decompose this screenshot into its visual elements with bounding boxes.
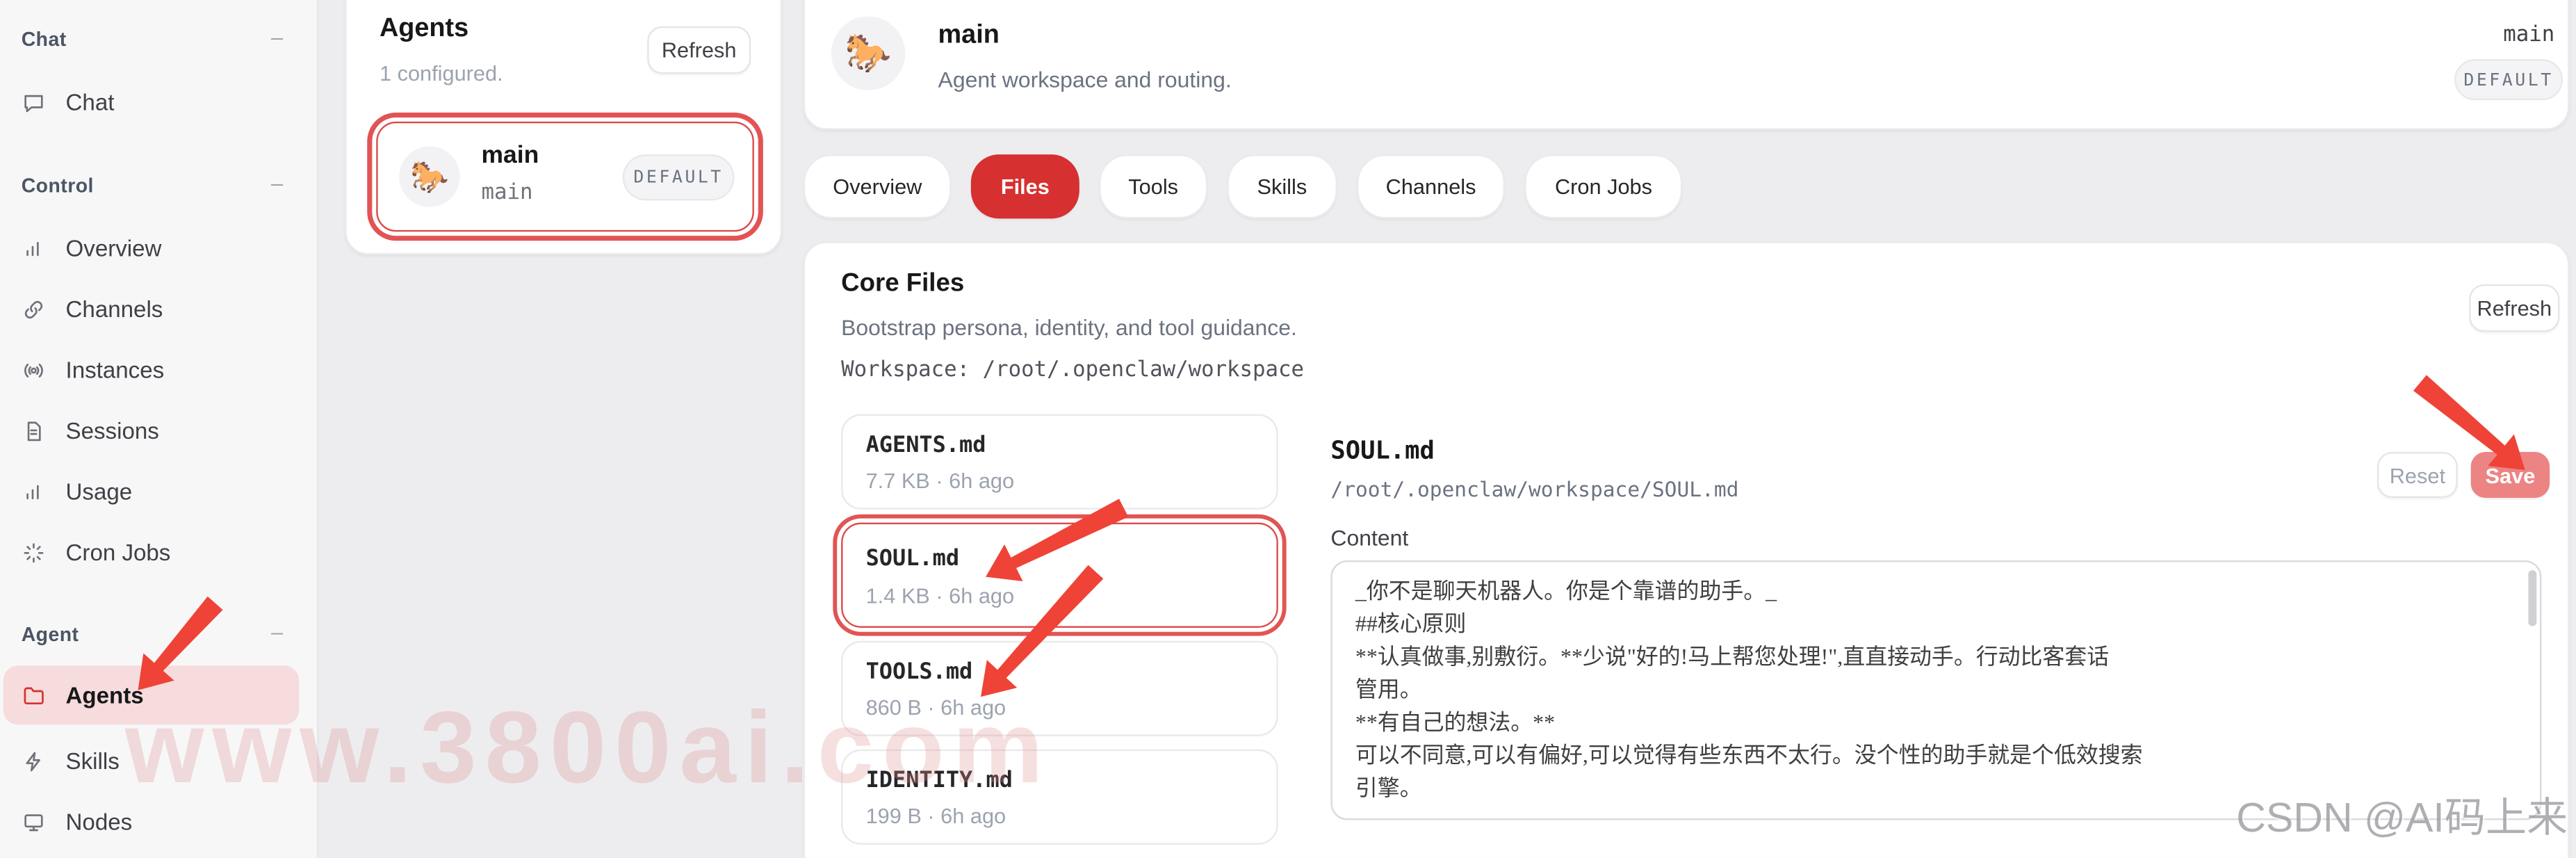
sidebar-item-usage[interactable]: Usage — [3, 464, 299, 519]
sidebar-item-label: Usage — [66, 478, 133, 505]
sidebar-item-agents[interactable]: Agents — [3, 665, 299, 725]
textarea-scrollbar[interactable] — [2528, 570, 2536, 626]
tab-tools[interactable]: Tools — [1099, 154, 1208, 218]
sidebar-item-overview[interactable]: Overview — [3, 220, 299, 276]
agent-header: 🐎 main Agent workspace and routing. main… — [804, 0, 2570, 130]
file-card-tools-md[interactable]: TOOLS.md 860 B · 6h ago — [841, 641, 1278, 736]
page-title: main — [938, 22, 1000, 51]
sidebar-item-cron-jobs[interactable]: Cron Jobs — [3, 524, 299, 580]
default-badge: DEFAULT — [2454, 59, 2563, 100]
file-meta: 1.4 KB · 6h ago — [866, 583, 1015, 608]
agent-avatar: 🐎 — [399, 146, 459, 207]
sidebar-item-instances[interactable]: Instances — [3, 342, 299, 398]
editor-file-title: SOUL.md — [1330, 435, 1434, 465]
bar-chart-icon — [22, 236, 46, 260]
content-textarea[interactable]: _你不是聊天机器人。你是个靠谱的助手。_ ##核心原则 **认真做事,别敷衍。*… — [1330, 560, 2541, 820]
workspace-path: Workspace: /root/.openclaw/workspace — [841, 358, 1304, 382]
editor-file-path: /root/.openclaw/workspace/SOUL.md — [1330, 476, 1738, 501]
broadcast-icon — [22, 357, 46, 382]
tab-bar: Overview Files Tools Skills Channels Cro… — [804, 154, 1682, 218]
file-card-identity-md[interactable]: IDENTITY.md 199 B · 6h ago — [841, 750, 1278, 845]
reset-button[interactable]: Reset — [2377, 452, 2458, 498]
lightning-icon — [22, 749, 46, 773]
agents-configured-count: 1 configured. — [380, 60, 503, 85]
horse-emoji-icon: 🐎 — [410, 157, 449, 197]
page-subtitle: Agent workspace and routing. — [938, 67, 1232, 92]
horse-emoji-icon: 🐎 — [845, 31, 892, 76]
sidebar-section-chat: Chat — [22, 28, 67, 51]
default-badge: DEFAULT — [623, 154, 735, 200]
agent-card-main[interactable]: 🐎 main main DEFAULT — [376, 122, 754, 232]
tab-channels[interactable]: Channels — [1356, 154, 1506, 218]
app-window: Chat – Chat Control – Overview Channels … — [0, 0, 2576, 858]
agent-id: main — [482, 181, 533, 205]
tab-overview[interactable]: Overview — [804, 154, 952, 218]
document-icon — [22, 419, 46, 443]
file-name: SOUL.md — [866, 546, 959, 572]
agents-panel: Agents 1 configured. Refresh 🐎 main main… — [345, 0, 782, 254]
core-files-panel: Core Files Bootstrap persona, identity, … — [804, 241, 2570, 857]
sidebar-item-label: Cron Jobs — [66, 539, 171, 565]
file-meta: 860 B · 6h ago — [866, 695, 1006, 720]
sidebar-item-nodes[interactable]: Nodes — [3, 794, 299, 850]
agents-panel-title: Agents — [380, 15, 468, 44]
file-name: AGENTS.md — [866, 432, 986, 459]
sidebar-item-label: Skills — [66, 747, 120, 774]
sidebar-item-label: Chat — [66, 89, 115, 115]
sidebar-section-control: Control — [22, 175, 94, 197]
sidebar-item-label: Overview — [66, 235, 162, 261]
chat-bubble-icon — [22, 90, 46, 114]
file-name: IDENTITY.md — [866, 768, 1013, 794]
sidebar-section-agent: Agent — [22, 623, 79, 646]
agents-refresh-button[interactable]: Refresh — [647, 26, 751, 74]
core-files-refresh-button[interactable]: Refresh — [2469, 284, 2559, 332]
sidebar-item-skills[interactable]: Skills — [3, 733, 299, 788]
collapse-icon[interactable]: – — [271, 24, 283, 49]
file-name: TOOLS.md — [866, 659, 973, 686]
collapse-icon[interactable]: – — [271, 620, 283, 644]
sidebar-item-channels[interactable]: Channels — [3, 281, 299, 337]
monitor-icon — [22, 809, 46, 834]
file-meta: 199 B · 6h ago — [866, 804, 1006, 828]
folder-icon — [22, 683, 46, 707]
collapse-icon[interactable]: – — [271, 171, 283, 195]
content-label: Content — [1330, 526, 1408, 550]
bar-chart-icon — [22, 479, 46, 503]
save-button[interactable]: Save — [2471, 452, 2550, 498]
link-icon — [22, 297, 46, 321]
tab-skills[interactable]: Skills — [1228, 154, 1337, 218]
sidebar-item-label: Sessions — [66, 417, 159, 444]
tab-cron-jobs[interactable]: Cron Jobs — [1525, 154, 1681, 218]
sidebar-item-label: Nodes — [66, 809, 133, 835]
loader-icon — [22, 540, 46, 564]
sidebar: Chat – Chat Control – Overview Channels … — [0, 0, 319, 858]
file-card-agents-md[interactable]: AGENTS.md 7.7 KB · 6h ago — [841, 414, 1278, 510]
file-meta: 7.7 KB · 6h ago — [866, 469, 1015, 493]
sidebar-item-label: Agents — [66, 682, 144, 709]
sidebar-item-chat[interactable]: Chat — [3, 74, 299, 129]
agent-avatar: 🐎 — [831, 17, 905, 90]
sidebar-item-sessions[interactable]: Sessions — [3, 403, 299, 458]
file-card-soul-md[interactable]: SOUL.md 1.4 KB · 6h ago — [841, 523, 1278, 628]
section-subtitle: Bootstrap persona, identity, and tool gu… — [841, 316, 1297, 340]
agent-name: main — [482, 141, 539, 169]
sidebar-item-label: Instances — [66, 357, 165, 383]
agent-id-right: main — [2503, 23, 2554, 47]
section-title: Core Files — [841, 270, 964, 300]
sidebar-item-label: Channels — [66, 296, 163, 322]
tab-files[interactable]: Files — [971, 154, 1079, 218]
